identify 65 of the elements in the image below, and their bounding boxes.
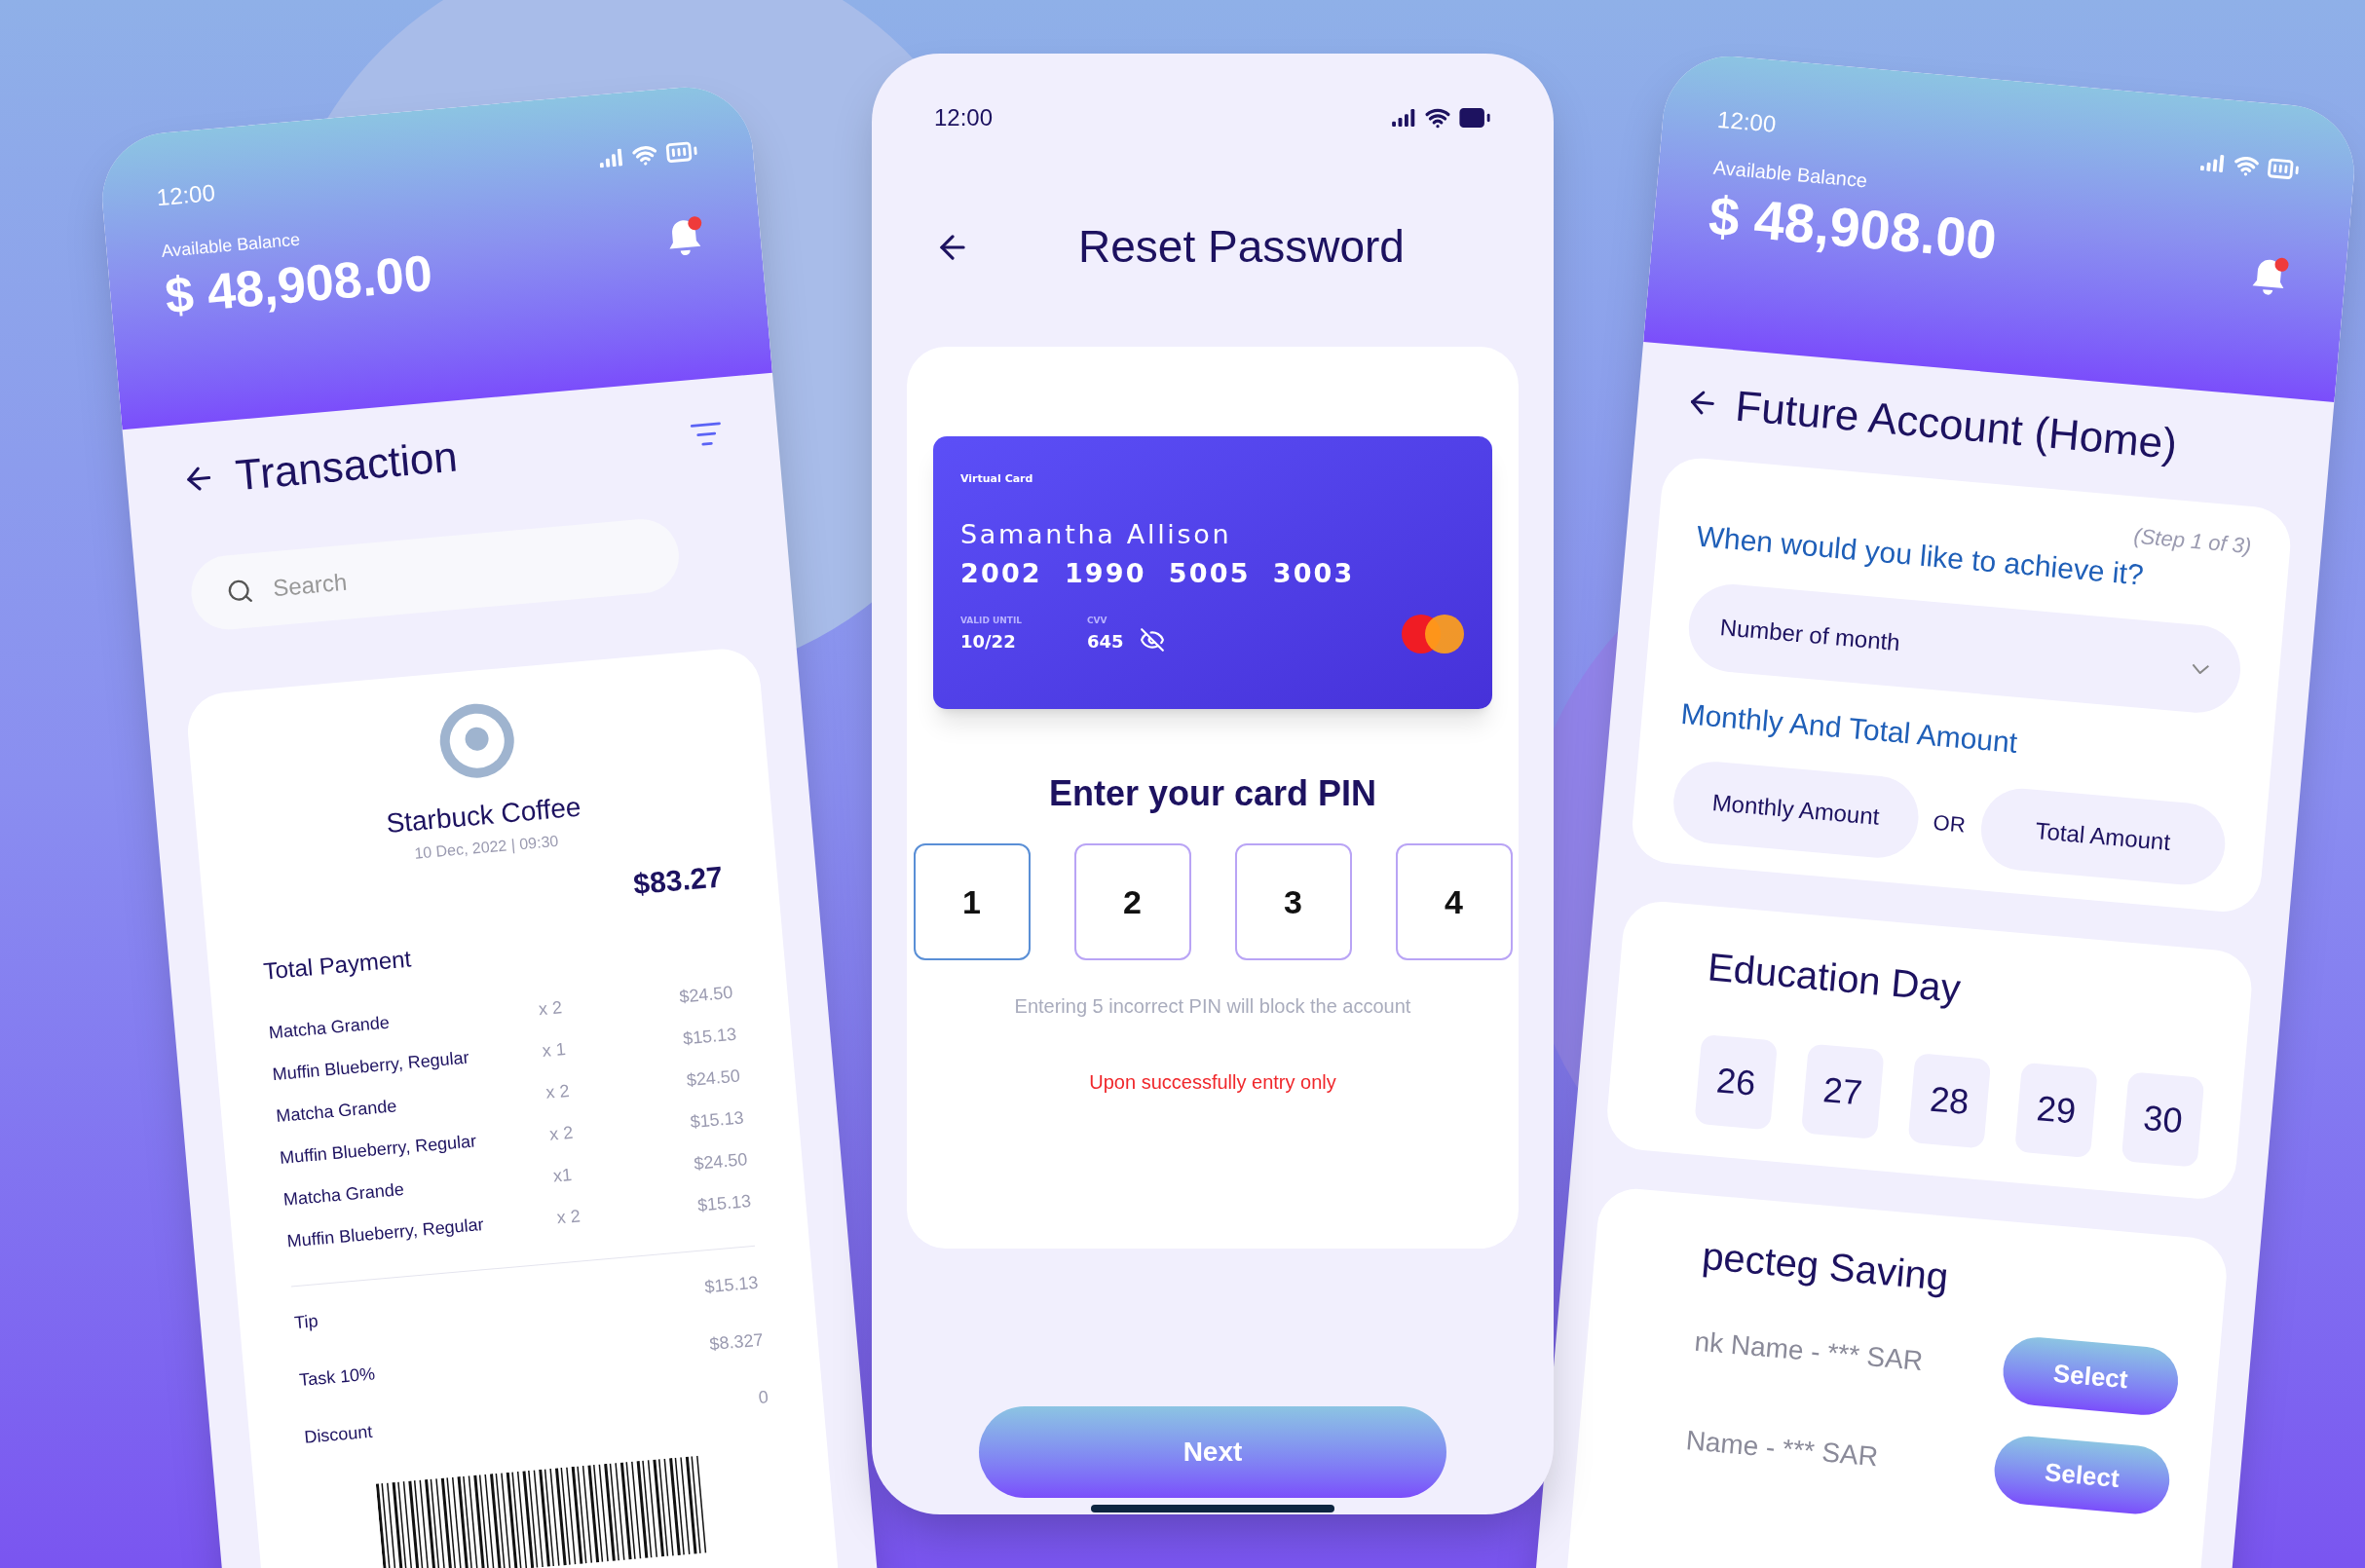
status-time: 12:00 xyxy=(155,178,217,213)
section-heading: pecteg Saving xyxy=(1700,1232,1951,1300)
or-label: OR xyxy=(1932,808,1968,840)
day-option[interactable]: 28 xyxy=(1907,1053,1992,1149)
account-text: nk Name - *** SAR xyxy=(1693,1325,1925,1378)
summary-label: Discount xyxy=(303,1420,374,1449)
chevron-down-icon xyxy=(2191,663,2210,675)
signal-icon xyxy=(1392,109,1417,127)
balance-label: Available Balance xyxy=(1711,155,1869,194)
status-time: 12:00 xyxy=(1715,104,1778,139)
day-option[interactable]: 27 xyxy=(1800,1043,1885,1139)
day-option[interactable]: 26 xyxy=(1694,1033,1779,1131)
cardholder-name: Samantha Allison xyxy=(960,517,1233,551)
pin-digit-field[interactable]: 1 xyxy=(913,843,1031,960)
item-quantity: x1 xyxy=(551,1163,574,1188)
balance-label: Available Balance xyxy=(160,228,301,261)
pin-warning-text: Entering 5 incorrect PIN will block the account xyxy=(1014,994,1411,1019)
total-label: Total Payment xyxy=(262,944,414,987)
item-price: $24.50 xyxy=(692,1148,749,1176)
pin-digit-field[interactable]: 4 xyxy=(1395,843,1513,960)
expiry-date: 10/22 xyxy=(960,629,1017,653)
day-option[interactable]: 29 xyxy=(2014,1062,2098,1159)
item-name: Muffin Blueberry, Regular xyxy=(271,1046,471,1087)
notice-text: Upon successfully entry only xyxy=(1089,1070,1336,1095)
item-price: $24.50 xyxy=(677,981,734,1009)
item-name: Matcha Grande xyxy=(275,1095,399,1129)
card-number: 2002 1990 5005 3003 xyxy=(960,557,1356,590)
summary-value: 0 xyxy=(757,1386,770,1409)
item-quantity: x 2 xyxy=(548,1121,576,1146)
signal-icon xyxy=(598,148,625,168)
pin-digit-field[interactable]: 2 xyxy=(1073,843,1191,960)
expiry-label: VALID UNTIL xyxy=(960,615,1024,627)
summary-value: $8.327 xyxy=(708,1328,765,1357)
cvv-label: CVV xyxy=(1087,615,1108,627)
item-price: $15.13 xyxy=(695,1190,753,1217)
item-quantity: x 2 xyxy=(537,996,564,1022)
item-quantity: x 2 xyxy=(544,1079,572,1104)
item-name: Muffin Blueberry, Regular xyxy=(285,1213,486,1253)
item-quantity: x 2 xyxy=(555,1205,582,1230)
item-name: Matcha Grande xyxy=(282,1178,406,1212)
cvv-value: 645 xyxy=(1087,629,1124,653)
summary-label: Task 10% xyxy=(298,1363,377,1393)
receipt-date: 10 Dec, 2022 | 09:30 xyxy=(413,832,560,864)
item-name: Muffin Blueberry, Regular xyxy=(279,1130,478,1170)
status-time: 12:00 xyxy=(934,103,994,132)
item-quantity: x 1 xyxy=(541,1038,568,1063)
card-type-label: Virtual Card xyxy=(960,471,1034,487)
pin-digit-field[interactable]: 3 xyxy=(1234,843,1352,960)
page-title: Future Account (Home) xyxy=(1732,380,2180,469)
item-price: $15.13 xyxy=(688,1106,745,1135)
pin-heading: Enter your card PIN xyxy=(1048,772,1377,815)
page-title: Reset Password xyxy=(1078,220,1405,274)
total-amount: $83.27 xyxy=(631,859,725,903)
summary-value: $15.13 xyxy=(703,1271,760,1299)
summary-label: Tip xyxy=(293,1310,319,1335)
overlapping-circles-icon xyxy=(1401,613,1465,654)
day-option[interactable]: 30 xyxy=(2121,1071,2205,1168)
item-price: $24.50 xyxy=(685,1064,741,1093)
section-heading: Education Day xyxy=(1705,944,1964,1012)
account-text: Name - *** SAR xyxy=(1684,1424,1880,1475)
item-name: Matcha Grande xyxy=(267,1011,392,1045)
hidden-eye-icon[interactable] xyxy=(1139,626,1165,653)
page-title: Transaction xyxy=(233,430,461,502)
item-price: $15.13 xyxy=(681,1023,738,1051)
step-indicator: (Step 1 of 3) xyxy=(2132,522,2253,561)
